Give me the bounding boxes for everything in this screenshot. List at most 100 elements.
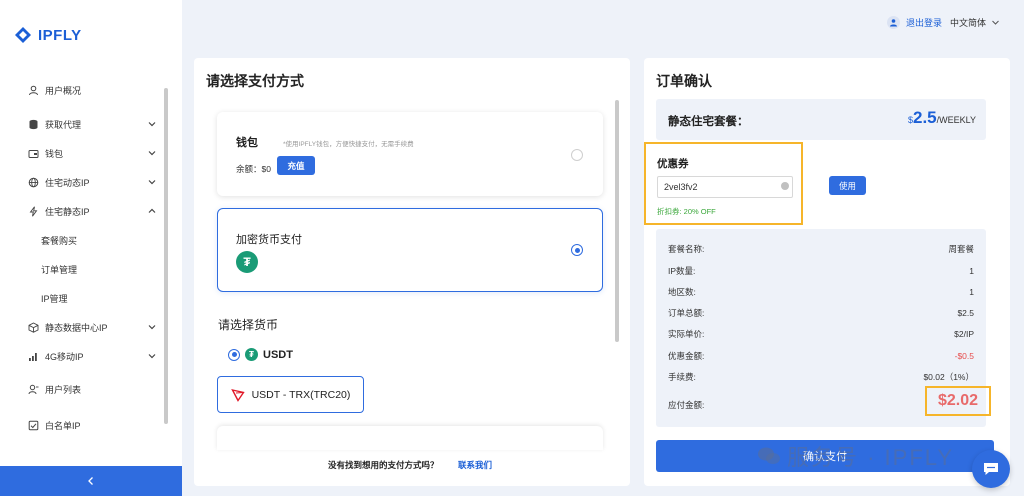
wallet-icon	[28, 148, 39, 159]
payment-method-panel: 请选择支付方式 钱包 *使用IPFLY钱包，方便快捷支付，无需手续费 余额：$0…	[194, 58, 630, 486]
usdt-label: USDT	[263, 348, 293, 361]
user-list-icon	[28, 384, 39, 395]
sidebar-item-label: 住宅动态IP	[45, 178, 90, 188]
watermark-text: 服务号 · IPFLY	[787, 445, 955, 470]
usdt-radio[interactable]	[228, 348, 240, 361]
language-selector[interactable]: 中文简体	[950, 16, 1000, 29]
summary-row-order-total: 订单总额: $2.5	[668, 306, 974, 320]
box-icon	[28, 322, 39, 333]
chevron-left-icon	[88, 477, 93, 485]
chevron-up-icon	[148, 208, 156, 213]
summary-label: 优惠金额:	[668, 351, 705, 361]
sidebar-item-get-proxy[interactable]: 获取代理	[0, 110, 168, 139]
sidebar-item-label: 4G移动IP	[45, 352, 84, 362]
sidebar-subitem-order-management[interactable]: 订单管理	[0, 255, 168, 284]
price-amount: 2.5	[913, 108, 937, 127]
summary-value: -$0.5	[954, 351, 974, 361]
wallet-note: *使用IPFLY钱包，方便快捷支付，无需手续费	[283, 141, 414, 148]
sidebar-item-4g-mobile-ip[interactable]: 4G移动IP	[0, 342, 168, 371]
wallet-title: 钱包	[236, 137, 258, 149]
whitelist-icon	[28, 420, 39, 431]
contact-us-link[interactable]: 联系我们	[458, 459, 492, 471]
sidebar-collapse-button[interactable]	[0, 466, 182, 496]
ipfly-logo-icon	[15, 27, 31, 43]
sidebar-item-label: 钱包	[45, 149, 64, 159]
summary-label: 套餐名称:	[668, 244, 705, 254]
amount-due-box: $2.02	[925, 386, 991, 416]
crypto-title: 加密货币支付	[236, 234, 302, 246]
recharge-button[interactable]: 充值	[277, 156, 315, 175]
wechat-watermark: 服务号 · IPFLY	[757, 440, 954, 472]
lightning-icon	[28, 206, 39, 217]
chat-support-button[interactable]	[972, 450, 1010, 488]
tron-icon	[230, 388, 245, 402]
ipfly-logo-text: IPFLY	[38, 26, 82, 44]
coupon-discount-note: 折扣券: 20% OFF	[657, 207, 716, 216]
sidebar-subitem-package-purchase[interactable]: 套餐购买	[0, 226, 168, 255]
crypto-radio[interactable]	[571, 244, 583, 256]
clear-input-icon[interactable]	[781, 182, 789, 190]
summary-row-unit-price: 实际单价: $2/IP	[668, 327, 974, 341]
sidebar-item-static-datacenter-ip[interactable]: 静态数据中心IP	[0, 313, 168, 342]
summary-value: $2.5	[957, 308, 974, 318]
sidebar-item-wallet[interactable]: 钱包	[0, 139, 168, 168]
language-label: 中文简体	[949, 18, 986, 28]
globe-icon	[28, 177, 39, 188]
logout-link[interactable]: 退出登录	[886, 16, 942, 29]
sidebar-scrollbar[interactable]	[164, 88, 168, 424]
sidebar-item-label: 用户列表	[45, 385, 82, 395]
sidebar-item-label: IP管理	[41, 294, 68, 304]
order-panel-title: 订单确认	[656, 73, 712, 89]
sidebar-item-user-list[interactable]: 用户列表	[0, 375, 168, 404]
amount-due-label: 应付金额:	[668, 400, 705, 410]
summary-row-region-count: 地区数: 1	[668, 285, 974, 299]
summary-row-ip-count: IP数量: 1	[668, 264, 974, 278]
sidebar-item-label: 静态数据中心IP	[45, 323, 108, 333]
usdt-trc20-network-button[interactable]: USDT - TRX(TRC20)	[217, 376, 364, 413]
package-label: 静态住宅套餐：	[668, 116, 749, 128]
no-payment-method-text: 没有找到想用的支付方式吗？	[328, 460, 439, 470]
summary-label: 地区数:	[668, 287, 696, 297]
tether-icon: ₮	[236, 251, 258, 273]
avatar-icon	[886, 16, 900, 29]
chevron-down-icon	[148, 180, 156, 185]
summary-row-discount: 优惠金额: -$0.5	[668, 349, 974, 363]
ipfly-logo[interactable]: IPFLY	[14, 26, 82, 44]
summary-row-package-name: 套餐名称: 周套餐	[668, 242, 974, 256]
summary-label: 手续费:	[668, 372, 696, 382]
wallet-payment-card[interactable]: 钱包 *使用IPFLY钱包，方便快捷支付，无需手续费 余额：$0 充值	[217, 112, 603, 196]
chevron-down-icon	[992, 20, 999, 25]
chevron-down-icon	[148, 151, 156, 156]
logout-label: 退出登录	[905, 18, 942, 28]
summary-label: 实际单价:	[668, 329, 705, 339]
next-payment-card[interactable]	[217, 426, 603, 450]
sidebar-item-label: 订单管理	[41, 265, 78, 275]
sidebar-item-label: 用户概况	[45, 85, 82, 96]
sidebar-item-whitelist-ip[interactable]: 白名单IP	[0, 411, 168, 440]
sidebar-item-residential-static-ip[interactable]: 住宅静态IP	[0, 197, 168, 226]
apply-coupon-button[interactable]: 使用	[829, 176, 866, 195]
summary-value: 1	[969, 287, 974, 297]
sidebar: IPFLY 用户概况 获取代理 钱包 住宅动态IP 住宅静态IP 套餐购买 订单…	[0, 0, 182, 496]
coupon-input[interactable]	[657, 176, 793, 198]
chevron-down-icon	[148, 354, 156, 359]
summary-label: IP数量:	[668, 266, 696, 276]
coupon-title: 优惠券	[657, 158, 689, 170]
sidebar-item-label: 白名单IP	[45, 421, 81, 431]
wallet-radio[interactable]	[571, 149, 583, 161]
sidebar-subitem-ip-management[interactable]: IP管理	[0, 284, 168, 313]
sidebar-menu: 用户概况 获取代理 钱包 住宅动态IP 住宅静态IP 套餐购买 订单管理 IP管…	[0, 78, 168, 440]
sidebar-item-label: 套餐购买	[41, 236, 78, 246]
sidebar-item-user-overview[interactable]: 用户概况	[0, 78, 168, 102]
top-header: 退出登录 中文简体	[182, 0, 1024, 44]
sidebar-item-label: 获取代理	[45, 120, 82, 130]
payment-panel-scrollbar[interactable]	[615, 100, 619, 342]
usdt-currency-option[interactable]: ₮ USDT	[228, 348, 293, 361]
choose-currency-label: 请选择货币	[218, 318, 279, 332]
sidebar-item-residential-dynamic-ip[interactable]: 住宅动态IP	[0, 168, 168, 197]
order-confirmation-panel: 订单确认 静态住宅套餐： $ 2.5 /WEEKLY 优惠券 折扣券: 20% …	[644, 58, 1010, 486]
summary-value: 周套餐	[948, 244, 974, 254]
signal-icon	[28, 351, 39, 362]
database-icon	[28, 119, 39, 130]
crypto-payment-card[interactable]: 加密货币支付 ₮	[217, 208, 603, 292]
